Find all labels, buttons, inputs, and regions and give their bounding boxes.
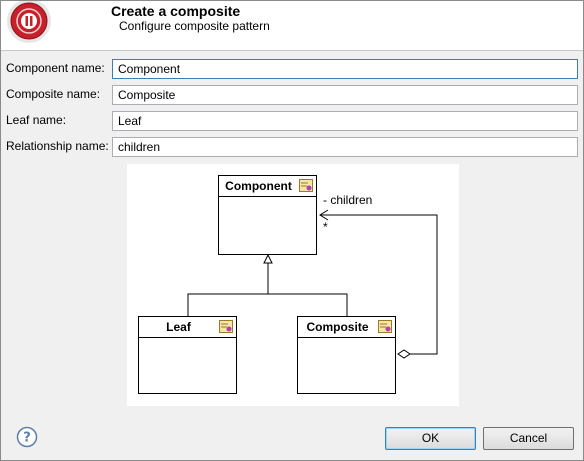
class-name-row: Leaf <box>139 317 236 338</box>
uml-class-icon <box>299 179 313 192</box>
help-icon[interactable]: ? <box>16 426 38 448</box>
association-role-label: - children <box>323 193 373 207</box>
relationship-name-label: Relationship name: <box>6 139 109 153</box>
class-name: Component <box>225 179 292 193</box>
dialog-title: Create a composite <box>111 3 241 19</box>
component-name-input[interactable] <box>112 59 578 79</box>
generalization-line <box>187 293 348 316</box>
composite-name-label: Composite name: <box>6 87 101 101</box>
uml-class-composite: Composite <box>297 316 396 394</box>
class-name-row: Composite <box>298 317 395 338</box>
component-name-label: Component name: <box>6 61 105 75</box>
leaf-name-label: Leaf name: <box>6 113 67 127</box>
ok-button[interactable]: OK <box>385 427 476 450</box>
dialog-header: Create a composite Configure composite p… <box>1 1 583 51</box>
uml-class-component: Component <box>218 175 317 255</box>
uml-class-icon <box>378 320 392 333</box>
leaf-name-input[interactable] <box>112 111 578 131</box>
association-multiplicity: * <box>323 220 328 234</box>
class-name: Composite <box>306 320 369 334</box>
dialog-subtitle: Configure composite pattern <box>119 19 270 33</box>
cancel-button[interactable]: Cancel <box>483 427 574 450</box>
class-name: Leaf <box>166 320 191 334</box>
uml-diagram-preview: Component Leaf Composite - children * <box>127 164 459 406</box>
uml-class-leaf: Leaf <box>138 316 237 394</box>
uml-class-icon <box>219 320 233 333</box>
relationship-name-input[interactable] <box>112 137 578 157</box>
composite-wizard-icon <box>7 1 51 43</box>
composite-name-input[interactable] <box>112 85 578 105</box>
aggregation-diamond <box>397 349 411 359</box>
svg-text:?: ? <box>23 431 31 446</box>
class-name-row: Component <box>219 176 316 197</box>
generalization-arrowhead <box>263 253 273 264</box>
create-composite-dialog: Create a composite Configure composite p… <box>0 0 584 461</box>
